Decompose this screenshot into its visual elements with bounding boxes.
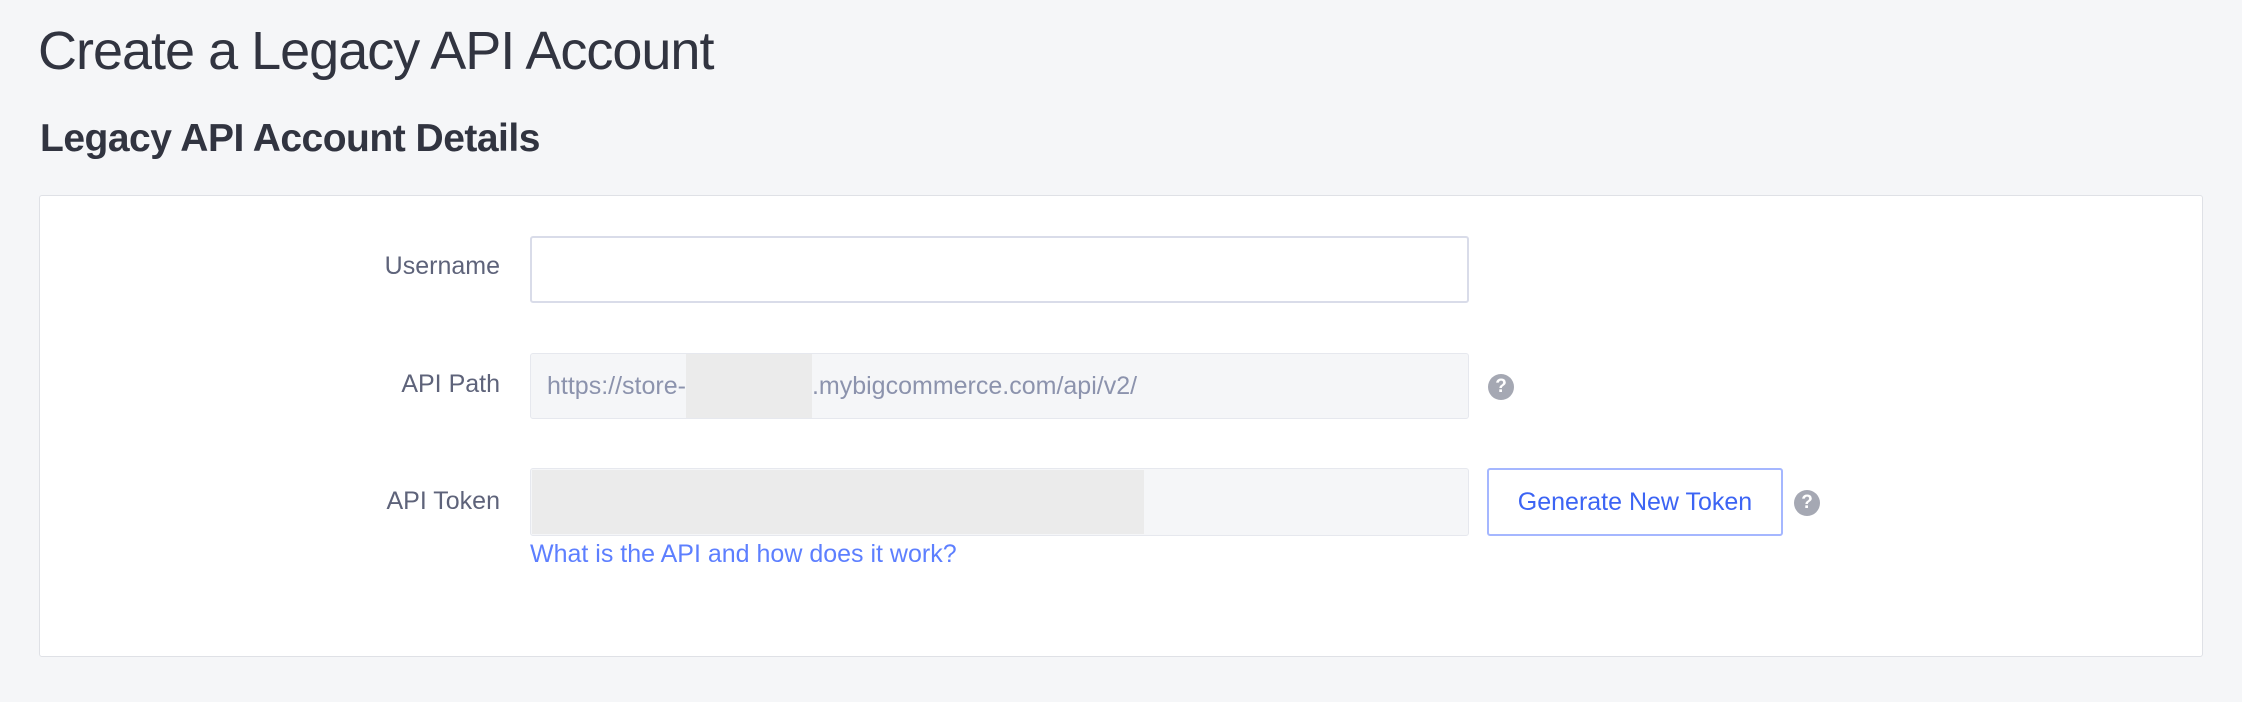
username-input[interactable] — [530, 236, 1469, 303]
api-path-label: API Path — [401, 370, 500, 398]
api-token-label: API Token — [386, 487, 500, 515]
api-path-field: https://store- .mybigcommerce.com/api/v2/ — [530, 353, 1469, 419]
api-help-link[interactable]: What is the API and how does it work? — [530, 540, 957, 569]
api-path-prefix: https://store- — [547, 372, 686, 400]
generate-new-token-button[interactable]: Generate New Token — [1487, 468, 1783, 536]
api-path-suffix: .mybigcommerce.com/api/v2/ — [811, 372, 1138, 400]
redacted-store-id — [685, 354, 812, 418]
api-token-field — [530, 468, 1469, 536]
username-label: Username — [384, 252, 500, 280]
api-token-help-icon[interactable]: ? — [1794, 490, 1820, 516]
api-path-help-icon[interactable]: ? — [1488, 374, 1514, 400]
section-heading: Legacy API Account Details — [40, 117, 540, 160]
redacted-token — [532, 470, 1144, 534]
page-title: Create a Legacy API Account — [38, 21, 714, 81]
